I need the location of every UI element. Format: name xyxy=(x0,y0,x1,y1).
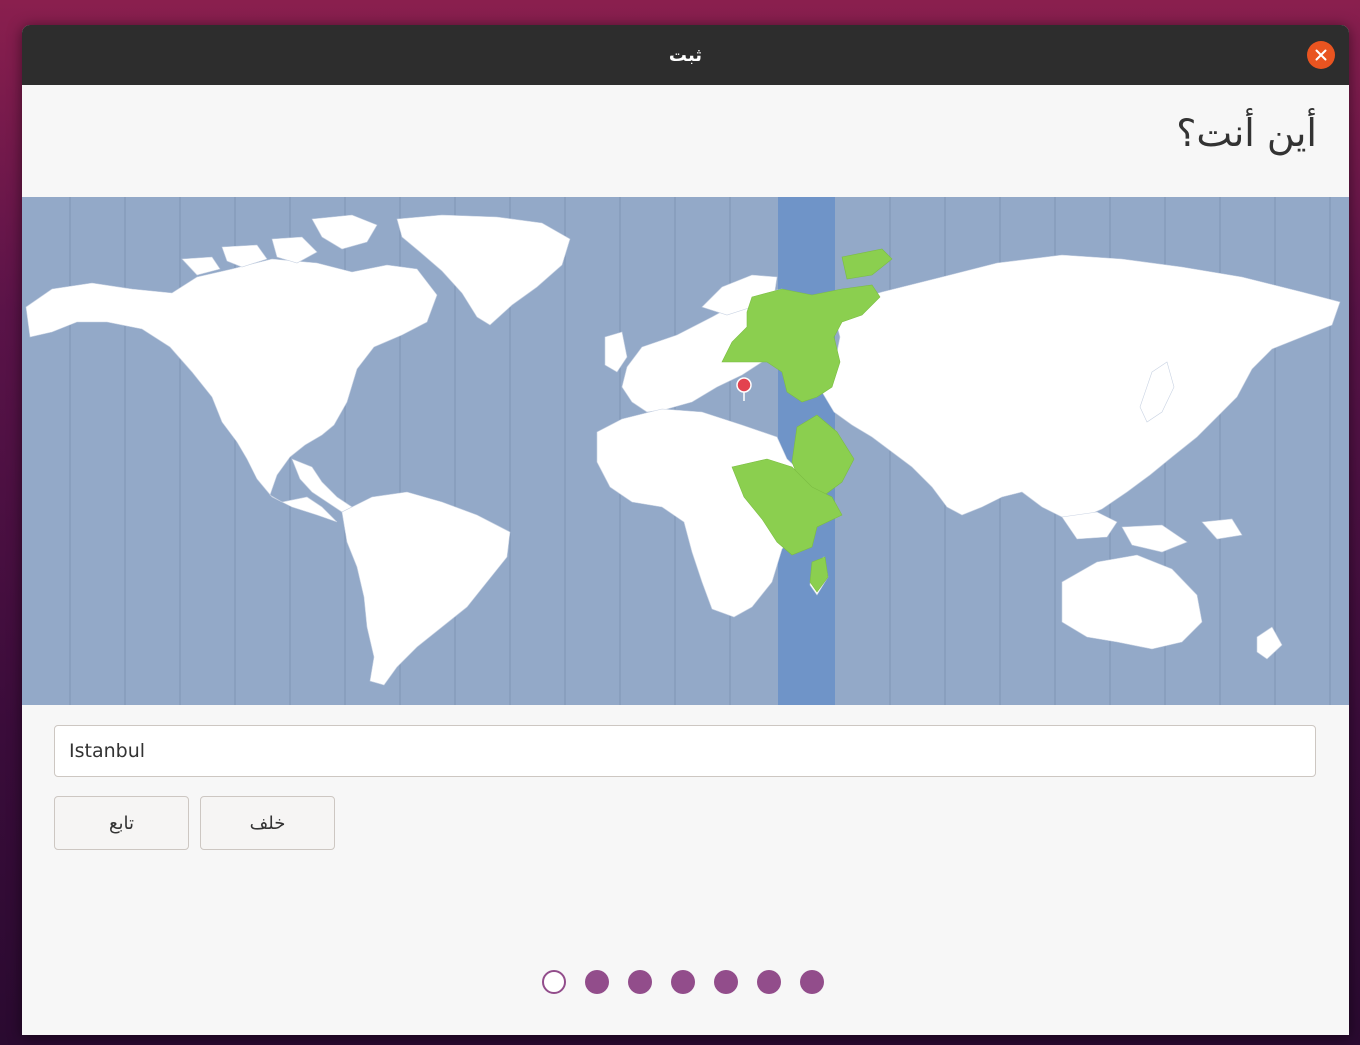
progress-dot xyxy=(671,970,695,994)
progress-dot xyxy=(757,970,781,994)
installer-window: ثبت أين أنت؟ Istanbul تابع خلف xyxy=(22,25,1349,1035)
close-icon xyxy=(1315,49,1327,61)
page-title: أين أنت؟ xyxy=(1176,111,1317,155)
close-button[interactable] xyxy=(1307,41,1335,69)
content-area: تابع خلف xyxy=(22,705,1349,1035)
timezone-map[interactable] xyxy=(22,197,1349,705)
progress-dot xyxy=(800,970,824,994)
progress-dots xyxy=(542,970,824,994)
location-pin-icon xyxy=(736,377,752,401)
continue-button[interactable]: تابع xyxy=(54,796,189,850)
progress-dot xyxy=(714,970,738,994)
title-bar: ثبت xyxy=(22,25,1349,85)
progress-dot xyxy=(628,970,652,994)
window-title: ثبت xyxy=(668,44,703,66)
progress-dot xyxy=(585,970,609,994)
timezone-input[interactable] xyxy=(54,725,1316,777)
back-button[interactable]: خلف xyxy=(200,796,335,850)
page-header: أين أنت؟ xyxy=(22,85,1349,197)
world-map xyxy=(25,197,1341,705)
progress-dot-current xyxy=(542,970,566,994)
